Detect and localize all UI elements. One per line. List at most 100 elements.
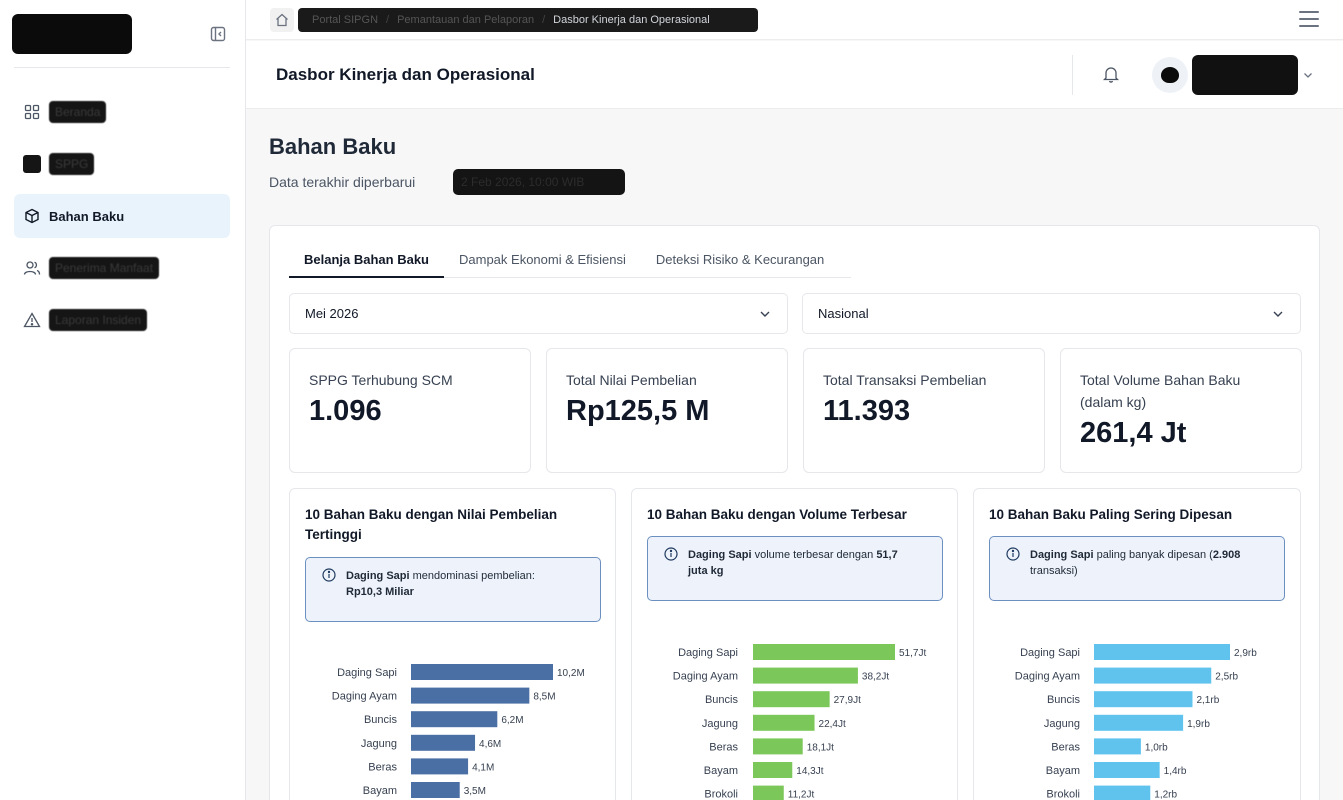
region-select[interactable]: Nasional bbox=[802, 293, 1301, 334]
kpi-card-transaksi: Total Transaksi Pembelian 11.393 bbox=[803, 348, 1045, 473]
bell-icon bbox=[1102, 67, 1120, 83]
menu-button[interactable] bbox=[1299, 11, 1319, 29]
bar[interactable] bbox=[411, 734, 476, 751]
data-label: 10,2M bbox=[557, 668, 585, 679]
insight-box: Daging Sapi mendominasi pembelian: Rp10,… bbox=[305, 557, 601, 622]
bar-chart-frekuensi: Daging Sapi 2,9rb Daging Ayam 2,5rb Buncis 2,… bbox=[1015, 644, 1257, 800]
category-label: Brokoli bbox=[704, 789, 738, 800]
updated-value: 2 Feb 2026, 10:00 WIB bbox=[461, 175, 585, 189]
sidebar-item-label: Penerima Manfaat bbox=[49, 257, 160, 279]
bar[interactable] bbox=[1094, 738, 1141, 755]
logo bbox=[12, 14, 132, 54]
bar[interactable] bbox=[1094, 644, 1230, 660]
breadcrumb-item[interactable]: Pemantauan dan Pelaporan bbox=[397, 14, 534, 26]
tab-dampak-ekonomi[interactable]: Dampak Ekonomi & Efisiensi bbox=[444, 244, 641, 278]
grid-icon bbox=[23, 103, 41, 121]
bar[interactable] bbox=[411, 758, 469, 775]
tab-belanja-bahan-baku[interactable]: Belanja Bahan Baku bbox=[289, 244, 444, 278]
sidebar-collapse-icon bbox=[210, 26, 226, 42]
category-label: Bayam bbox=[1046, 765, 1080, 777]
category-label: Daging Sapi bbox=[337, 667, 397, 679]
category-label: Beras bbox=[368, 761, 397, 773]
kpi-label: SPPG Terhubung SCM bbox=[309, 372, 453, 388]
data-label: 1,9rb bbox=[1187, 719, 1210, 730]
sidebar: Beranda SPPG Bahan Baku Penerima Manfaat… bbox=[0, 0, 246, 800]
sidebar-item-laporan-insiden[interactable]: Laporan Insiden bbox=[14, 298, 230, 342]
info-icon bbox=[664, 547, 678, 561]
tab-bar: Belanja Bahan Baku Dampak Ekonomi & Efis… bbox=[289, 244, 851, 278]
sidebar-item-label: Bahan Baku bbox=[49, 208, 125, 224]
bar[interactable] bbox=[753, 691, 830, 708]
chart-card-volume: 10 Bahan Baku dengan Volume Terbesar Dag… bbox=[631, 488, 958, 800]
chart-card-nilai: 10 Bahan Baku dengan Nilai Pembelian Ter… bbox=[289, 488, 616, 800]
notifications-button[interactable] bbox=[1102, 65, 1122, 85]
data-label: 22,4Jt bbox=[819, 719, 846, 730]
bar[interactable] bbox=[753, 714, 815, 731]
bar[interactable] bbox=[1094, 714, 1184, 731]
data-label: 1,4rb bbox=[1164, 766, 1187, 777]
category-label: Buncis bbox=[1047, 694, 1081, 706]
bar[interactable] bbox=[411, 687, 530, 704]
insight-box: Daging Sapi volume terbesar dengan 51,7 … bbox=[647, 536, 943, 601]
kpi-card-volume: Total Volume Bahan Baku (dalam kg) 261,4… bbox=[1060, 348, 1302, 473]
kpi-label: Total Nilai Pembelian bbox=[566, 372, 697, 388]
category-label: Daging Ayam bbox=[673, 671, 738, 683]
bar[interactable] bbox=[753, 644, 895, 660]
category-label: Bayam bbox=[363, 785, 397, 797]
category-label: Jagung bbox=[702, 718, 738, 730]
bar[interactable] bbox=[753, 667, 858, 684]
category-label: Buncis bbox=[364, 714, 398, 726]
sidebar-item-beranda[interactable]: Beranda bbox=[14, 90, 230, 134]
bar[interactable] bbox=[1094, 691, 1193, 708]
data-label: 3,5M bbox=[464, 786, 486, 797]
bar[interactable] bbox=[753, 762, 793, 778]
header-divider bbox=[1072, 55, 1073, 95]
header-title: Dasbor Kinerja dan Operasional bbox=[276, 65, 535, 84]
chevron-down-icon[interactable] bbox=[1302, 69, 1314, 81]
breadcrumb-current: Dasbor Kinerja dan Operasional bbox=[553, 14, 710, 26]
sidebar-item-bahan-baku[interactable]: Bahan Baku bbox=[14, 194, 230, 238]
fork-icon bbox=[23, 155, 41, 173]
data-label: 27,9Jt bbox=[834, 695, 861, 706]
bar[interactable] bbox=[1094, 762, 1160, 778]
sidebar-item-label: SPPG bbox=[49, 153, 95, 175]
tab-deteksi-risiko[interactable]: Deteksi Risiko & Kecurangan bbox=[641, 244, 839, 278]
breadcrumb-separator: / bbox=[542, 14, 546, 26]
category-label: Bayam bbox=[704, 765, 738, 777]
bar[interactable] bbox=[411, 664, 553, 680]
data-label: 11,2Jt bbox=[788, 790, 815, 800]
sidebar-item-sppg[interactable]: SPPG bbox=[14, 142, 230, 186]
user-info[interactable] bbox=[1192, 55, 1298, 95]
hamburger-icon bbox=[1299, 11, 1319, 13]
insight-box: Daging Sapi paling banyak dipesan (2.908… bbox=[989, 536, 1285, 601]
chart-card-frekuensi: 10 Bahan Baku Paling Sering Dipesan Dagi… bbox=[973, 488, 1301, 800]
sidebar-divider bbox=[14, 67, 230, 68]
sidebar-item-penerima-manfaat[interactable]: Penerima Manfaat bbox=[14, 246, 230, 290]
bar[interactable] bbox=[411, 782, 460, 798]
home-button[interactable] bbox=[270, 8, 294, 32]
kpi-label: Total Volume Bahan Baku (dalam kg) bbox=[1080, 372, 1241, 410]
kpi-value: Rp125,5 M bbox=[566, 395, 710, 427]
data-label: 2,5rb bbox=[1215, 672, 1238, 683]
data-label: 8,5M bbox=[533, 692, 555, 703]
chevron-down-icon bbox=[760, 311, 770, 317]
kpi-card-nilai: Total Nilai Pembelian Rp125,5 M bbox=[546, 348, 788, 473]
chart-title: 10 Bahan Baku Paling Sering Dipesan bbox=[989, 507, 1233, 522]
bar[interactable] bbox=[753, 738, 803, 755]
period-select[interactable]: Mei 2026 bbox=[289, 293, 788, 334]
bar[interactable] bbox=[1094, 667, 1212, 684]
kpi-label: Total Transaksi Pembelian bbox=[823, 372, 987, 388]
data-label: 1,2rb bbox=[1154, 790, 1177, 800]
category-label: Daging Ayam bbox=[332, 691, 397, 703]
avatar[interactable] bbox=[1152, 57, 1188, 93]
bar[interactable] bbox=[753, 785, 784, 800]
region-select-value: Nasional bbox=[818, 306, 869, 321]
kpi-value: 1.096 bbox=[309, 395, 382, 427]
bar[interactable] bbox=[411, 711, 498, 728]
updated-badge: 2 Feb 2026, 10:00 WIB bbox=[453, 169, 625, 195]
kpi-card-sppg: SPPG Terhubung SCM 1.096 bbox=[289, 348, 531, 473]
bar[interactable] bbox=[1094, 785, 1151, 800]
category-label: Daging Sapi bbox=[678, 647, 738, 659]
breadcrumb-item[interactable]: Portal SIPGN bbox=[312, 14, 378, 26]
collapse-sidebar-button[interactable] bbox=[208, 24, 228, 44]
